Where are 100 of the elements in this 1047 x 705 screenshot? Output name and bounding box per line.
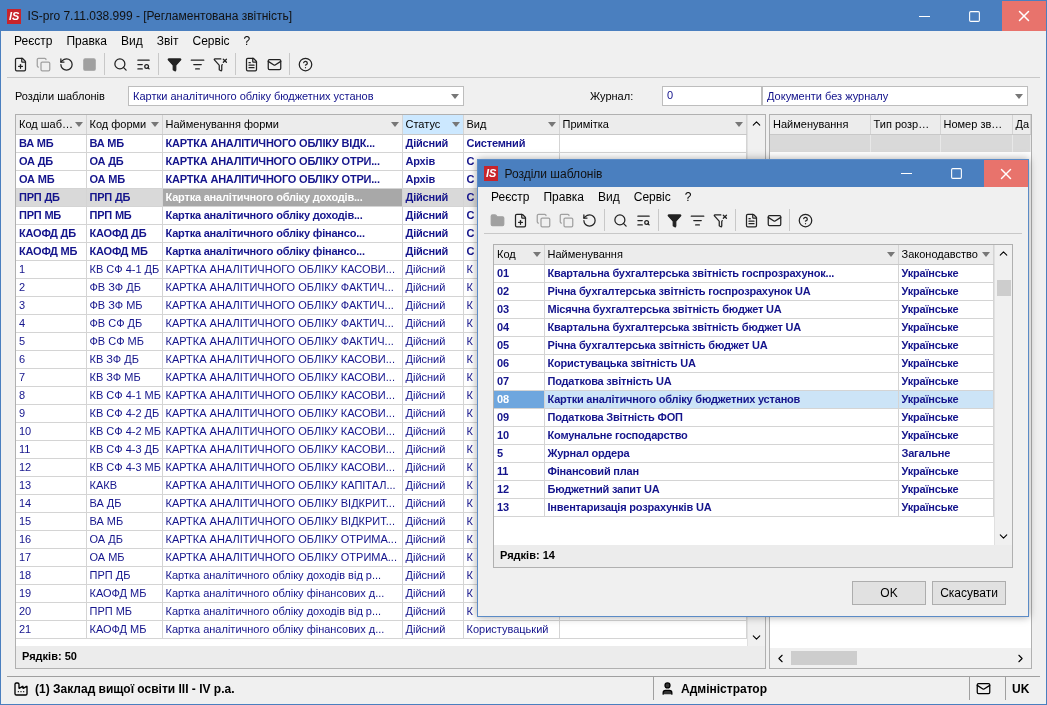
column-header[interactable]: Статус [402, 115, 463, 134]
table-cell: Українське [898, 390, 994, 408]
table-cell: 15 [16, 512, 86, 530]
menu-item[interactable]: Вид [114, 34, 150, 48]
table-cell: Податкова Звітність ФОП [544, 408, 898, 426]
search-icon [612, 212, 628, 228]
table-cell: ПРП МБ [16, 206, 86, 224]
copy-icon [535, 212, 551, 228]
scrollbar[interactable] [994, 245, 1012, 545]
document-icon [243, 56, 259, 72]
table-cell: Журнал ордера [544, 444, 898, 462]
dropdown[interactable]: Картки аналітичного обліку бюджетних установ [128, 86, 464, 106]
column-header[interactable]: Код шаб… [16, 115, 86, 134]
column-header[interactable]: Найменування форми [162, 115, 402, 134]
scroll-thumb[interactable] [996, 280, 1011, 296]
table-cell: КАРТКА АНАЛІТИЧНОГО ОБЛІКУ КАСОВИ... [162, 368, 402, 386]
column-header[interactable]: Найменування [770, 115, 870, 134]
table-cell: 7 [16, 368, 86, 386]
dialog-button[interactable]: OK [852, 581, 926, 605]
table-cell: КАОФД МБ [86, 620, 162, 638]
column-header[interactable]: Код [494, 245, 544, 264]
refresh-icon [58, 56, 74, 72]
column-header[interactable]: Тип розр… [870, 115, 940, 134]
column-header[interactable]: Номер зв… [940, 115, 1012, 134]
table-cell: 16 [16, 530, 86, 548]
table-cell: Дійсний [402, 332, 463, 350]
copy-icon [35, 56, 51, 72]
table-cell: ПРП МБ [86, 602, 162, 620]
dialog-button[interactable]: Скасувати [932, 581, 1006, 605]
column-header[interactable]: Законодавство [898, 245, 994, 264]
file-plus-icon [512, 212, 528, 228]
table-cell: Дійсний [402, 242, 463, 260]
table-cell: Українське [898, 480, 994, 498]
table-cell: КАРТКА АНАЛІТИЧНОГО ОБЛІКУ ОТРИМА... [162, 548, 402, 566]
table-cell: Квартальна бухгалтерська звітність госпрозрахунок... [544, 264, 898, 282]
column-header[interactable]: Найменування [544, 245, 898, 264]
table-cell: Архів [402, 170, 463, 188]
menu-item[interactable]: Вид [591, 190, 627, 204]
input-field[interactable]: 0 [662, 86, 762, 106]
caret-icon [451, 93, 459, 99]
mail-icon [766, 212, 782, 228]
field-label: Розділи шаблонів [15, 90, 106, 102]
caret-icon [532, 251, 541, 257]
table-cell: Дійсний [402, 548, 463, 566]
table-cell: КАРТКА АНАЛІТИЧНОГО ОБЛІКУ ВІДКРИТ... [162, 494, 402, 512]
table-cell: 5 [494, 444, 544, 462]
table-cell: 20 [16, 602, 86, 620]
copy-icon [558, 212, 574, 228]
menu-item[interactable]: Сервіс [626, 190, 678, 204]
table-cell: Картка аналітичного обліку доходів від р... [162, 566, 402, 584]
maximize-icon [967, 9, 981, 23]
table-cell: 3 [16, 296, 86, 314]
table-cell: ФВ ЗФ МБ [86, 296, 162, 314]
text-search-icon [635, 212, 651, 228]
dropdown[interactable]: Документи без журналу [762, 86, 1028, 106]
menu-item[interactable]: ? [236, 34, 258, 48]
table-cell: ПРП ДБ [16, 188, 86, 206]
table-cell: Українське [898, 300, 994, 318]
table-cell: Дійсний [402, 188, 463, 206]
table-cell: Українське [898, 372, 994, 390]
caret-icon [1015, 93, 1023, 99]
menu-item[interactable]: Звіт [149, 34, 186, 48]
menu-item[interactable]: ? [677, 190, 699, 204]
table-cell: Українське [898, 318, 994, 336]
table-cell: 13 [16, 476, 86, 494]
column-header[interactable]: Код форми [86, 115, 162, 134]
table-cell: Бюджетний запит UA [544, 480, 898, 498]
column-header[interactable]: Вид [463, 115, 559, 134]
table-cell: Дійсний [402, 458, 463, 476]
row-count: Рядків: 14 [500, 549, 555, 561]
list-filter-icon [689, 212, 705, 228]
table-cell: ОА ДБ [86, 530, 162, 548]
menu-item[interactable]: Реєстр [7, 34, 60, 48]
factory-icon [13, 680, 29, 697]
menu-item[interactable]: Правка [59, 34, 114, 48]
table-cell: 03 [494, 300, 544, 318]
table-cell: Дійсний [402, 368, 463, 386]
folder-icon [489, 212, 505, 228]
field-label: Журнал: [590, 90, 635, 102]
table-cell: 11 [494, 462, 544, 480]
filter-clear-icon [712, 212, 728, 228]
column-header[interactable]: Примітка [559, 115, 747, 134]
help-icon [797, 212, 813, 228]
table-cell: ВА МБ [16, 134, 86, 152]
caret-icon [451, 121, 460, 127]
table-cell: Українське [898, 498, 994, 516]
table-cell: ОА МБ [86, 548, 162, 566]
table-cell: Дійсний [402, 296, 463, 314]
table-cell: 2 [16, 278, 86, 296]
file-plus-icon [12, 56, 28, 72]
table-cell: 12 [16, 458, 86, 476]
table-cell: КВ СФ 4-2 МБ [86, 422, 162, 440]
menu-item[interactable]: Сервіс [185, 34, 237, 48]
caret-icon [886, 251, 895, 257]
refresh-icon [581, 212, 597, 228]
table-cell: 05 [494, 336, 544, 354]
table-cell: Дійсний [402, 134, 463, 152]
scroll-thumb[interactable] [791, 651, 857, 665]
scrollbar[interactable] [770, 648, 1031, 668]
menu-item[interactable]: Реєстр [484, 190, 537, 204]
